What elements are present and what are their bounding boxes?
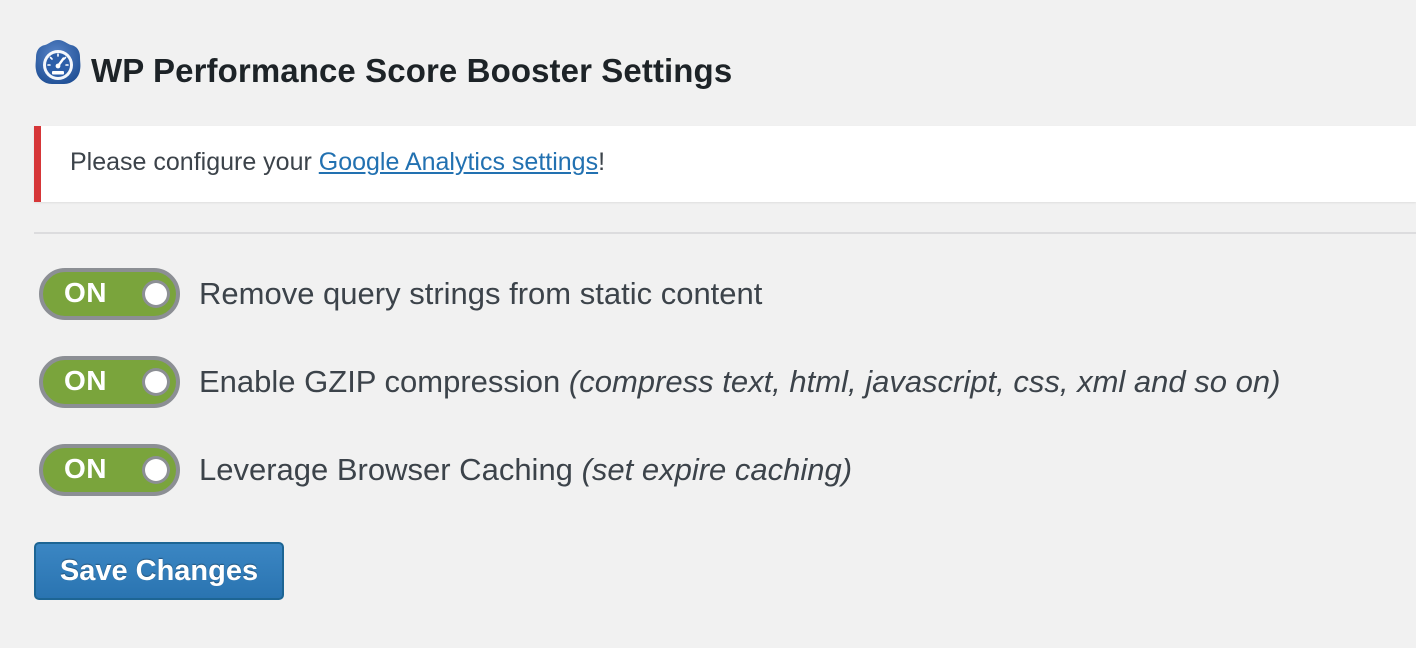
notice-suffix: ! bbox=[598, 148, 606, 176]
setting-row-query-strings: ON Remove query strings from static cont… bbox=[39, 268, 762, 320]
toggle-state-label: ON bbox=[64, 365, 107, 396]
setting-row-gzip: ON Enable GZIP compression (compress tex… bbox=[39, 356, 1280, 408]
notice-prefix: Please configure your bbox=[70, 148, 319, 176]
setting-label-text: Leverage Browser Caching bbox=[199, 452, 573, 487]
query-strings-toggle[interactable]: ON bbox=[39, 268, 180, 320]
toggle-knob bbox=[145, 371, 167, 393]
setting-label: Leverage Browser Caching (set expire cac… bbox=[199, 452, 852, 488]
setting-note: (set expire caching) bbox=[581, 452, 853, 487]
setting-label: Enable GZIP compression (compress text, … bbox=[199, 364, 1280, 400]
toggle-knob bbox=[145, 283, 167, 305]
setting-label: Remove query strings from static content bbox=[199, 276, 762, 312]
analytics-notice: Please configure your Google Analytics s… bbox=[34, 126, 1416, 202]
setting-label-text: Remove query strings from static content bbox=[199, 276, 763, 311]
toggle-state-label: ON bbox=[64, 453, 107, 484]
section-divider bbox=[34, 232, 1416, 234]
save-changes-button[interactable]: Save Changes bbox=[34, 542, 284, 600]
toggle-state-label: ON bbox=[64, 277, 107, 308]
browser-caching-toggle[interactable]: ON bbox=[39, 444, 180, 496]
toggle-knob bbox=[145, 459, 167, 481]
gzip-toggle[interactable]: ON bbox=[39, 356, 180, 408]
speedometer-icon bbox=[35, 40, 81, 84]
page-title: WP Performance Score Booster Settings bbox=[91, 52, 733, 89]
setting-note: (compress text, html, javascript, css, x… bbox=[568, 364, 1281, 399]
notice-message: Please configure your Google Analytics s… bbox=[70, 148, 605, 177]
setting-row-browser-caching: ON Leverage Browser Caching (set expire … bbox=[39, 444, 852, 496]
setting-label-text: Enable GZIP compression bbox=[199, 364, 561, 399]
google-analytics-settings-link[interactable]: Google Analytics settings bbox=[319, 148, 598, 176]
settings-page: WP Performance Score Booster Settings Pl… bbox=[0, 0, 1416, 648]
